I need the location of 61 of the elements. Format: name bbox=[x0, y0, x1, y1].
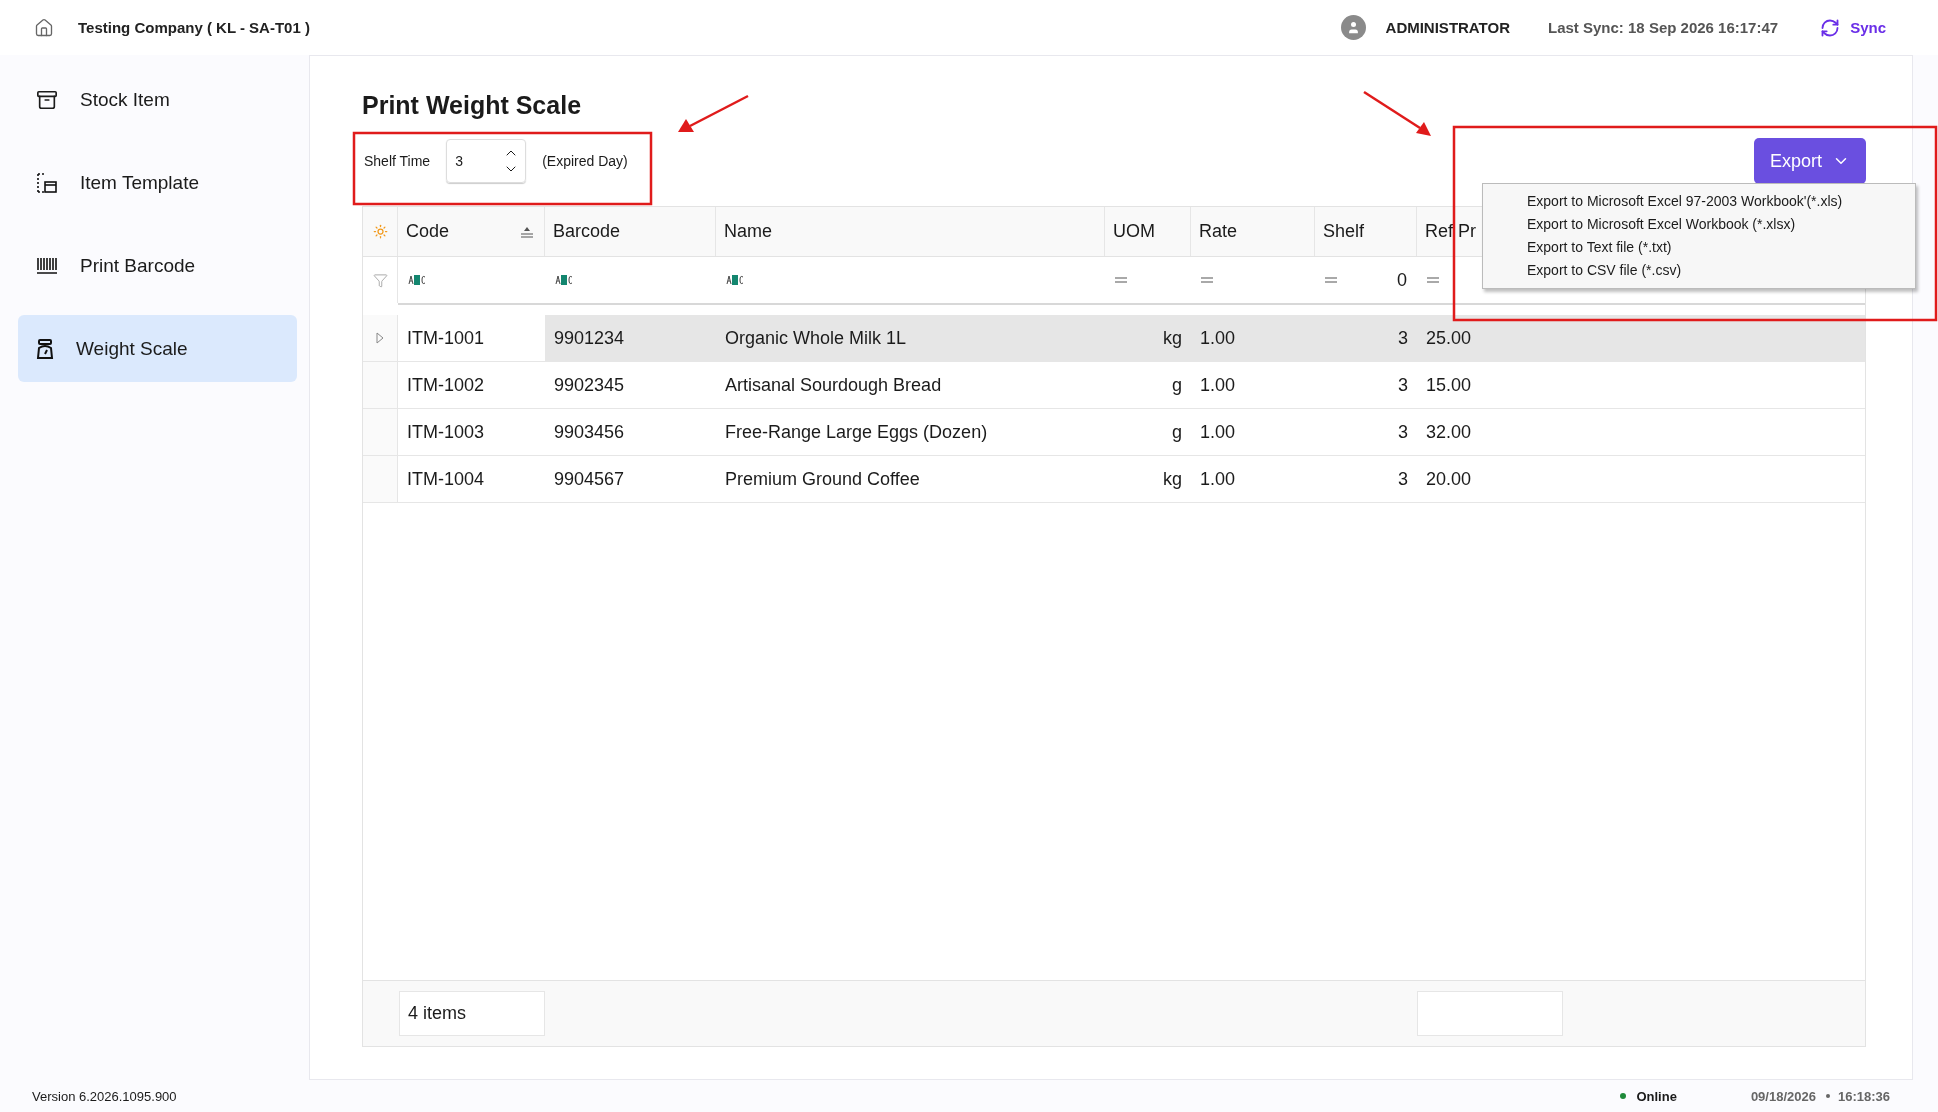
sort-icon[interactable] bbox=[520, 225, 534, 238]
export-menu-item[interactable]: Export to CSV file (*.csv) bbox=[1483, 259, 1915, 282]
row-header-cell[interactable] bbox=[363, 362, 398, 409]
column-header[interactable]: UOM bbox=[1113, 221, 1155, 242]
export-menu-item[interactable]: Export to Text file (*.txt) bbox=[1483, 236, 1915, 259]
export-menu-item[interactable]: Export to Microsoft Excel Workbook (*.xlsx) bbox=[1483, 213, 1915, 236]
weight-scale-icon bbox=[36, 338, 54, 359]
user-avatar-icon[interactable] bbox=[1340, 15, 1366, 40]
sidebar-item[interactable]: Weight Scale bbox=[18, 315, 297, 382]
table-cell: 25.00 bbox=[1417, 315, 1865, 362]
text-filter-icon bbox=[555, 275, 573, 285]
home-icon[interactable] bbox=[34, 17, 54, 38]
sidebar-item[interactable]: Item Template bbox=[18, 149, 297, 216]
template-icon bbox=[36, 171, 58, 194]
shelf-time-label: Shelf Time bbox=[364, 153, 431, 169]
table-cell: 3 bbox=[1315, 315, 1417, 362]
user-name: ADMINISTRATOR bbox=[1385, 19, 1510, 36]
company-name: Testing Company ( KL - SA-T01 ) bbox=[78, 19, 311, 36]
sync-button[interactable]: Sync bbox=[1820, 17, 1886, 38]
equals-filter-icon bbox=[1201, 277, 1213, 283]
barcode-icon bbox=[36, 256, 58, 275]
annotation-arrow bbox=[1363, 90, 1431, 136]
column-header[interactable]: Name bbox=[724, 221, 772, 242]
item-count: 4 items bbox=[399, 991, 545, 1036]
equals-filter-icon bbox=[1427, 277, 1439, 283]
table-cell: kg bbox=[1105, 315, 1191, 362]
export-menu-item[interactable]: Export to Microsoft Excel 97-2003 Workbook'(*.xls) bbox=[1483, 190, 1915, 213]
expired-day-label: (Expired Day) bbox=[542, 153, 628, 169]
column-header[interactable]: Code bbox=[406, 221, 450, 242]
sync-icon[interactable] bbox=[1820, 17, 1841, 38]
column-header[interactable]: Shelf bbox=[1323, 221, 1365, 242]
connection-status: Online bbox=[1636, 1088, 1677, 1104]
table-cell: 1.00 bbox=[1191, 315, 1315, 362]
column-header[interactable]: Rate bbox=[1199, 221, 1238, 242]
row-header-cell[interactable] bbox=[363, 456, 398, 503]
page-title: Print Weight Scale bbox=[362, 91, 582, 120]
row-header-cell[interactable] bbox=[363, 315, 398, 362]
filter-value[interactable]: 0 bbox=[1397, 269, 1407, 291]
column-header[interactable]: Barcode bbox=[553, 221, 621, 242]
last-sync-text: Last Sync: 18 Sep 2026 16:17:47 bbox=[1548, 19, 1779, 36]
equals-filter-icon bbox=[1325, 277, 1337, 283]
table-cell: 9901234 bbox=[545, 315, 716, 362]
sidebar-item[interactable]: Print Barcode bbox=[18, 232, 297, 299]
row-header-cell[interactable] bbox=[363, 409, 398, 456]
annotation-arrow bbox=[678, 94, 749, 132]
text-filter-icon bbox=[726, 275, 744, 285]
version-text: Version 6.2026.1095.900 bbox=[32, 1088, 178, 1104]
separator-dot bbox=[1825, 1094, 1830, 1098]
archive-box-icon bbox=[36, 88, 58, 111]
shelf-time-spinner[interactable]: 3 bbox=[446, 139, 527, 183]
text-filter-icon bbox=[408, 275, 426, 285]
column-chooser-icon[interactable] bbox=[372, 224, 388, 239]
sidebar-item[interactable]: Stock Item bbox=[18, 66, 297, 133]
export-button[interactable]: Export bbox=[1753, 138, 1866, 184]
table-cell: Organic Whole Milk 1L bbox=[716, 315, 1105, 362]
equals-filter-icon bbox=[1115, 277, 1127, 283]
status-time: 16:18:36 bbox=[1837, 1088, 1890, 1104]
filter-icon[interactable] bbox=[372, 272, 388, 288]
row-indicator-icon bbox=[376, 332, 384, 344]
column-header[interactable]: Ref Pr bbox=[1425, 221, 1476, 242]
status-date: 09/18/2026 bbox=[1750, 1088, 1816, 1104]
